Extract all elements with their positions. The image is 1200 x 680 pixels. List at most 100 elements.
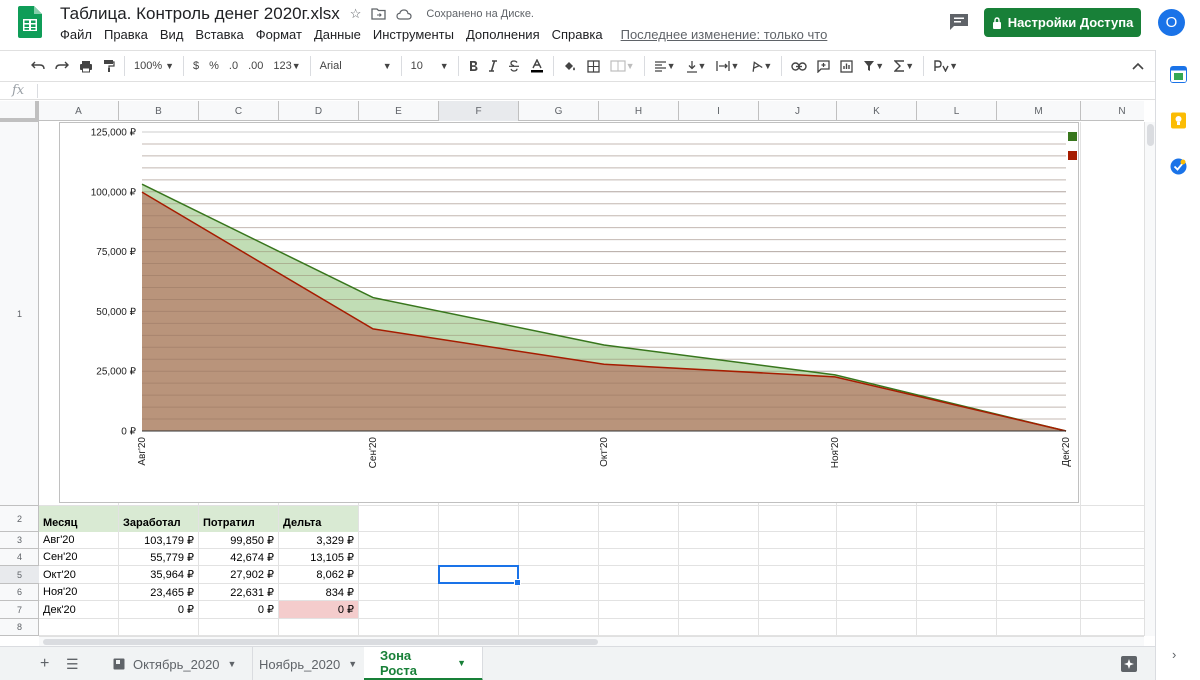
decrease-decimal-button[interactable]: .0: [224, 54, 243, 78]
merge-cells-icon[interactable]: ▼: [605, 54, 640, 78]
menu-insert[interactable]: Вставка: [195, 27, 243, 42]
zoom-select[interactable]: 100% ▼: [129, 54, 179, 78]
format-currency-button[interactable]: $: [188, 54, 204, 78]
table-cell[interactable]: 35,964 ₽: [119, 566, 198, 583]
insert-comment-icon[interactable]: [812, 54, 835, 78]
table-cell[interactable]: 834 ₽: [279, 584, 358, 600]
chevron-down-icon[interactable]: ▼: [457, 658, 466, 668]
table-cell[interactable]: 22,631 ₽: [199, 584, 278, 600]
text-wrap-icon[interactable]: ▼: [711, 54, 744, 78]
column-header-n[interactable]: N: [1081, 101, 1164, 121]
redo-icon[interactable]: [50, 54, 74, 78]
column-header-j[interactable]: J: [759, 101, 837, 121]
table-cell[interactable]: 99,850 ₽: [199, 532, 278, 548]
font-size-select[interactable]: 10 ▼: [406, 54, 454, 78]
column-header-c[interactable]: C: [199, 101, 279, 121]
table-cell[interactable]: 3,329 ₽: [279, 532, 358, 548]
text-rotation-icon[interactable]: ▼: [744, 54, 777, 78]
borders-icon[interactable]: [582, 54, 605, 78]
account-avatar[interactable]: O: [1158, 9, 1185, 36]
expand-panel-icon[interactable]: ›: [1172, 647, 1176, 662]
sheet-tab-growth-zone[interactable]: Зона Роста ▼: [364, 647, 483, 680]
bold-icon[interactable]: [463, 54, 483, 78]
column-header-f[interactable]: F: [439, 101, 519, 121]
document-title[interactable]: Таблица. Контроль денег 2020г.xlsx: [60, 4, 340, 24]
undo-icon[interactable]: [26, 54, 50, 78]
sheet-tab-november[interactable]: Ноябрь_2020 ▼: [243, 647, 375, 680]
table-cell[interactable]: 27,902 ₽: [199, 566, 278, 583]
print-icon[interactable]: [74, 54, 98, 78]
keep-notes-icon[interactable]: [1170, 112, 1187, 129]
table-header-cell[interactable]: Дельта: [279, 506, 358, 532]
table-header-cell[interactable]: Месяц: [39, 506, 118, 532]
table-cell[interactable]: 0 ₽: [279, 601, 358, 618]
all-sheets-icon[interactable]: ☰: [66, 656, 79, 673]
sheet-tab-october[interactable]: Октябрь_2020 ▼: [97, 647, 254, 680]
horizontal-scroll-thumb[interactable]: [43, 639, 598, 645]
more-formats-select[interactable]: 123 ▼: [268, 54, 305, 78]
row-header-4[interactable]: 4: [0, 549, 39, 566]
comments-icon[interactable]: [948, 12, 970, 32]
table-cell[interactable]: 0 ₽: [119, 601, 198, 618]
select-all-corner[interactable]: [0, 101, 39, 122]
vertical-scrollbar[interactable]: [1144, 122, 1155, 636]
font-select[interactable]: Arial ▼: [315, 54, 397, 78]
menu-format[interactable]: Формат: [256, 27, 302, 42]
column-header-m[interactable]: M: [997, 101, 1081, 121]
sheets-logo-icon[interactable]: [18, 6, 42, 38]
column-header-g[interactable]: G: [519, 101, 599, 121]
table-header-cell[interactable]: Потратил: [199, 506, 278, 532]
last-edit-link[interactable]: Последнее изменение: только что: [621, 27, 828, 42]
menu-data[interactable]: Данные: [314, 27, 361, 42]
column-header-h[interactable]: H: [599, 101, 679, 121]
horizontal-align-icon[interactable]: ▼: [649, 54, 681, 78]
column-header-k[interactable]: K: [837, 101, 917, 121]
fill-color-icon[interactable]: [558, 54, 582, 78]
table-header-cell[interactable]: Заработал: [119, 506, 198, 532]
area-chart[interactable]: 0 ₽ 25,000 ₽ 50,000 ₽ 75,000 ₽ 100,000 ₽ 125,…: [59, 122, 1079, 503]
column-header-e[interactable]: E: [359, 101, 439, 121]
vertical-scroll-thumb[interactable]: [1147, 124, 1154, 146]
formula-input[interactable]: [45, 84, 1145, 98]
increase-decimal-button[interactable]: .00: [243, 54, 268, 78]
table-cell[interactable]: 8,062 ₽: [279, 566, 358, 583]
column-header-d[interactable]: D: [279, 101, 359, 121]
paint-format-icon[interactable]: [98, 54, 120, 78]
calendar-icon[interactable]: [1170, 66, 1187, 83]
insert-link-icon[interactable]: [786, 54, 812, 78]
active-cell-selection[interactable]: [438, 565, 521, 586]
row-header-6[interactable]: 6: [0, 584, 39, 601]
table-cell[interactable]: 42,674 ₽: [199, 549, 278, 565]
menu-addons[interactable]: Дополнения: [466, 27, 540, 42]
tasks-icon[interactable]: [1170, 158, 1187, 175]
row-header-8[interactable]: 8: [0, 619, 39, 636]
input-tools-icon[interactable]: ▼: [928, 54, 963, 78]
table-cell[interactable]: 13,105 ₽: [279, 549, 358, 565]
filter-icon[interactable]: ▼: [858, 54, 889, 78]
vertical-align-icon[interactable]: ▼: [681, 54, 712, 78]
explore-icon[interactable]: [1120, 655, 1138, 673]
table-cell[interactable]: 103,179 ₽: [119, 532, 198, 548]
italic-icon[interactable]: [483, 54, 503, 78]
share-button[interactable]: Настройки Доступа: [984, 8, 1141, 37]
row-header-3[interactable]: 3: [0, 532, 39, 549]
strikethrough-icon[interactable]: [503, 54, 525, 78]
table-cell[interactable]: Авг'20: [39, 532, 118, 548]
table-cell[interactable]: Дек'20: [39, 601, 118, 618]
table-cell[interactable]: Сен'20: [39, 549, 118, 565]
move-folder-icon[interactable]: [371, 8, 387, 20]
table-cell[interactable]: 55,779 ₽: [119, 549, 198, 565]
insert-chart-icon[interactable]: [835, 54, 858, 78]
table-cell[interactable]: 0 ₽: [199, 601, 278, 618]
menu-tools[interactable]: Инструменты: [373, 27, 454, 42]
row-header-2[interactable]: 2: [0, 506, 39, 532]
table-cell[interactable]: 23,465 ₽: [119, 584, 198, 600]
row-header-1[interactable]: 1: [0, 122, 39, 506]
chevron-down-icon[interactable]: ▼: [348, 659, 357, 669]
menu-file[interactable]: Файл: [60, 27, 92, 42]
table-cell[interactable]: Ноя'20: [39, 584, 118, 600]
row-header-7[interactable]: 7: [0, 601, 39, 619]
table-cell[interactable]: Окт'20: [39, 566, 118, 583]
menu-help[interactable]: Справка: [552, 27, 603, 42]
chevron-down-icon[interactable]: ▼: [228, 659, 237, 669]
